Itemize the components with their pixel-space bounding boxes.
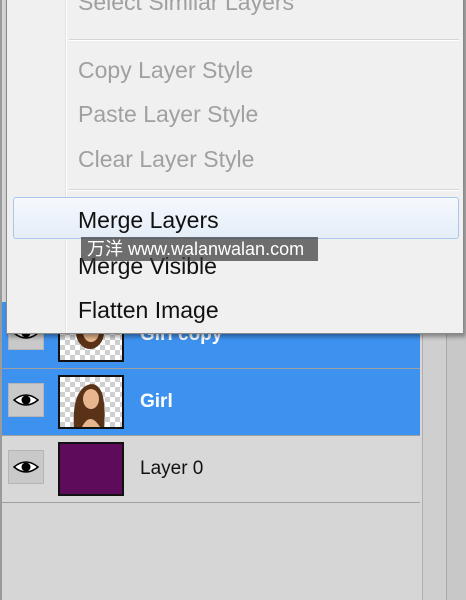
menu-item-merge-layers[interactable]: Merge Layers xyxy=(78,207,219,234)
menu-item-copy-layer-style[interactable]: Copy Layer Style xyxy=(78,57,253,84)
watermark: 万洋 www.walanwalan.com xyxy=(81,237,318,261)
layer-thumbnail xyxy=(58,442,124,496)
panel-border xyxy=(0,0,2,600)
layer-thumbnail xyxy=(58,375,124,429)
menu-item-select-similar-layers[interactable]: Select Similar Layers xyxy=(78,0,294,16)
menu-item-paste-layer-style[interactable]: Paste Layer Style xyxy=(78,101,258,128)
layer-name: Girl xyxy=(140,391,173,412)
menu-item-clear-layer-style[interactable]: Clear Layer Style xyxy=(78,146,254,173)
visibility-toggle[interactable] xyxy=(8,383,44,417)
layer-row-layer-0[interactable]: Layer 0 xyxy=(2,436,420,503)
menu-separator xyxy=(69,189,459,191)
menu-separator xyxy=(69,39,459,41)
eye-icon xyxy=(13,461,39,473)
layer-row-girl[interactable]: Girl xyxy=(2,369,420,436)
menu-item-flatten-image[interactable]: Flatten Image xyxy=(78,297,219,324)
eye-icon xyxy=(13,394,39,406)
layer-context-menu: Select Similar Layers Copy Layer Style P… xyxy=(6,0,464,334)
layer-name: Layer 0 xyxy=(140,458,204,479)
visibility-toggle[interactable] xyxy=(8,450,44,484)
